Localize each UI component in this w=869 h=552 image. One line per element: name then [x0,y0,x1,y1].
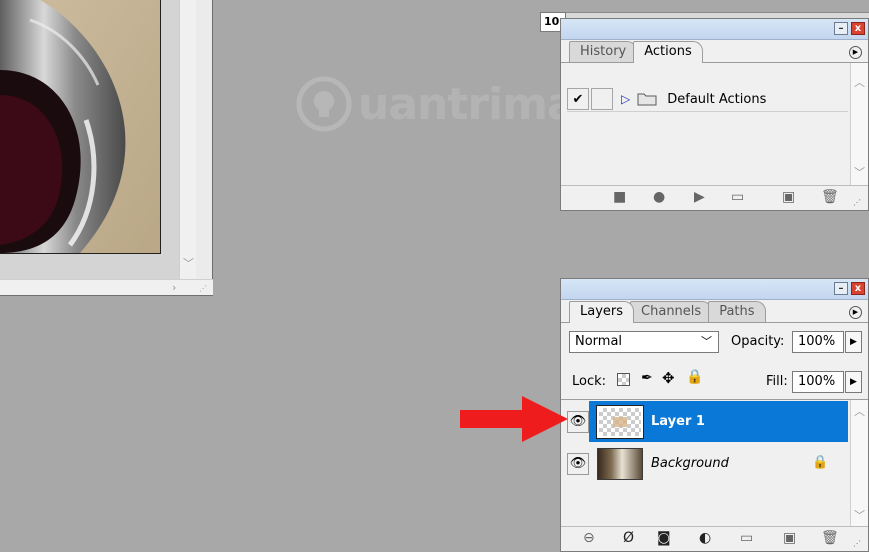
chevron-down-icon[interactable]: ﹀ [183,258,194,269]
panel-menu-icon[interactable]: ▶ [849,46,862,59]
fill-field[interactable]: 100% [792,371,844,393]
layers-list-divider [561,399,868,400]
tab-actions[interactable]: Actions [633,41,703,63]
action-set-label: Default Actions [667,91,767,107]
layer-name: Layer 1 [651,414,705,429]
red-arrow-annotation [460,396,568,442]
fill-value: 100% [798,374,836,389]
opacity-value: 100% [798,334,836,349]
layer-thumbnail [597,447,643,480]
image-canvas[interactable] [0,0,161,254]
tab-layers[interactable]: Layers [569,301,635,323]
checkmark-icon: ✔ [572,91,584,107]
layer-name: Background [651,456,729,471]
resize-grip-icon[interactable]: ⋰ [853,537,861,551]
folder-icon [637,93,657,106]
lock-move-icon[interactable]: ✥ [662,369,675,387]
action-checkbox[interactable]: ✔ [567,88,589,110]
lock-transparent-icon[interactable] [617,373,630,386]
panel-titlebar[interactable]: – x [561,19,868,40]
mask-icon[interactable]: ◙ [657,531,671,545]
resize-grip-icon[interactable]: ⋰ [199,283,207,294]
link-icon[interactable]: ⊖ [583,531,595,545]
layer-row-layer-1[interactable]: 👁 Layer 1 [567,401,848,442]
panel-menu-icon[interactable]: ▶ [849,306,862,319]
layer-row-background[interactable]: 👁 Background 🔒 [567,443,848,484]
zoom-value: 10 [544,15,560,28]
record-icon[interactable]: ● [653,190,665,204]
lock-all-icon[interactable]: 🔒 [686,369,703,385]
document-vertical-scrollbar[interactable]: ﹀ [179,0,196,281]
panel-titlebar[interactable]: – x [561,279,868,300]
trash-icon[interactable]: 🗑 [821,190,839,204]
layer-lock-icon: 🔒 [812,455,829,470]
chevron-down-icon[interactable]: ﹀ [854,167,865,178]
chevron-up-icon[interactable]: ︿ [854,406,865,417]
actions-footer: ■ ● ▶ ▭ ▣ 🗑 ⋰ [561,185,868,210]
opacity-field[interactable]: 100% [792,331,844,353]
layers-panel-tabs: Layers Channels Paths [569,301,766,323]
layer-thumbnail-content [613,416,627,427]
layer-selection-highlight: Layer 1 [589,401,848,442]
opacity-label: Opacity: [731,334,785,349]
tab-history[interactable]: History [569,41,638,62]
tab-paths[interactable]: Paths [708,301,766,322]
layer-thumbnail [596,404,644,439]
photo-content [0,0,160,253]
minimize-icon[interactable]: – [834,22,848,35]
chevron-up-icon[interactable]: ︿ [854,77,865,88]
new-layer-icon[interactable]: ▣ [783,531,796,545]
document-viewport: ﹀ [0,0,196,281]
stop-icon[interactable]: ■ [613,190,626,204]
tab-channels[interactable]: Channels [630,301,713,322]
lock-brush-icon[interactable]: ✒ [641,370,653,386]
visibility-eye-icon[interactable]: 👁 [567,452,589,475]
actions-vertical-scrollbar[interactable]: ︿ ﹀ [850,63,868,187]
opacity-slider-button[interactable]: ▶ [845,331,862,353]
chevron-right-icon[interactable]: › [172,282,176,293]
layer-style-icon[interactable]: Ø [623,531,634,545]
fill-slider-button[interactable]: ▶ [845,371,862,393]
actions-panel: – x History Actions ▶ ✔ ▷ Default Action… [560,18,869,211]
minimize-icon[interactable]: – [834,282,848,295]
dialog-toggle[interactable] [591,88,613,110]
new-set-folder-icon[interactable]: ▭ [731,190,744,204]
layers-vertical-scrollbar[interactable]: ︿ ﹀ [850,400,868,528]
fill-label: Fill: [766,374,788,389]
tab-divider [561,62,868,63]
group-folder-icon[interactable]: ▭ [740,531,753,545]
layers-footer: ⊖ Ø ◙ ◐ ▭ ▣ 🗑 ⋰ [561,526,868,551]
document-window: ﹀ › ⋰ [0,0,213,296]
blend-mode-value: Normal [575,334,623,349]
play-icon[interactable]: ▶ [694,190,705,204]
trash-icon[interactable]: 🗑 [821,531,839,545]
visibility-eye-icon[interactable]: 👁 [567,410,589,433]
new-action-icon[interactable]: ▣ [782,190,795,204]
close-icon[interactable]: x [851,22,865,35]
close-icon[interactable]: x [851,282,865,295]
adjustment-icon[interactable]: ◐ [699,531,711,545]
lightbulb-icon [296,76,352,132]
actions-panel-tabs: History Actions [569,41,703,63]
list-item[interactable]: ✔ ▷ Default Actions [567,87,848,112]
lock-label: Lock: [572,374,607,389]
expand-triangle-icon[interactable]: ▷ [621,92,630,106]
resize-grip-icon[interactable]: ⋰ [853,196,861,210]
document-horizontal-scrollbar[interactable]: › ⋰ [0,279,213,295]
chevron-down-icon[interactable]: ﹀ [854,510,865,521]
blend-mode-select[interactable]: Normal ﹀ [569,331,719,353]
layers-panel: – x Layers Channels Paths ▶ Normal ﹀ Opa… [560,278,869,552]
chevron-down-icon: ﹀ [701,335,712,348]
